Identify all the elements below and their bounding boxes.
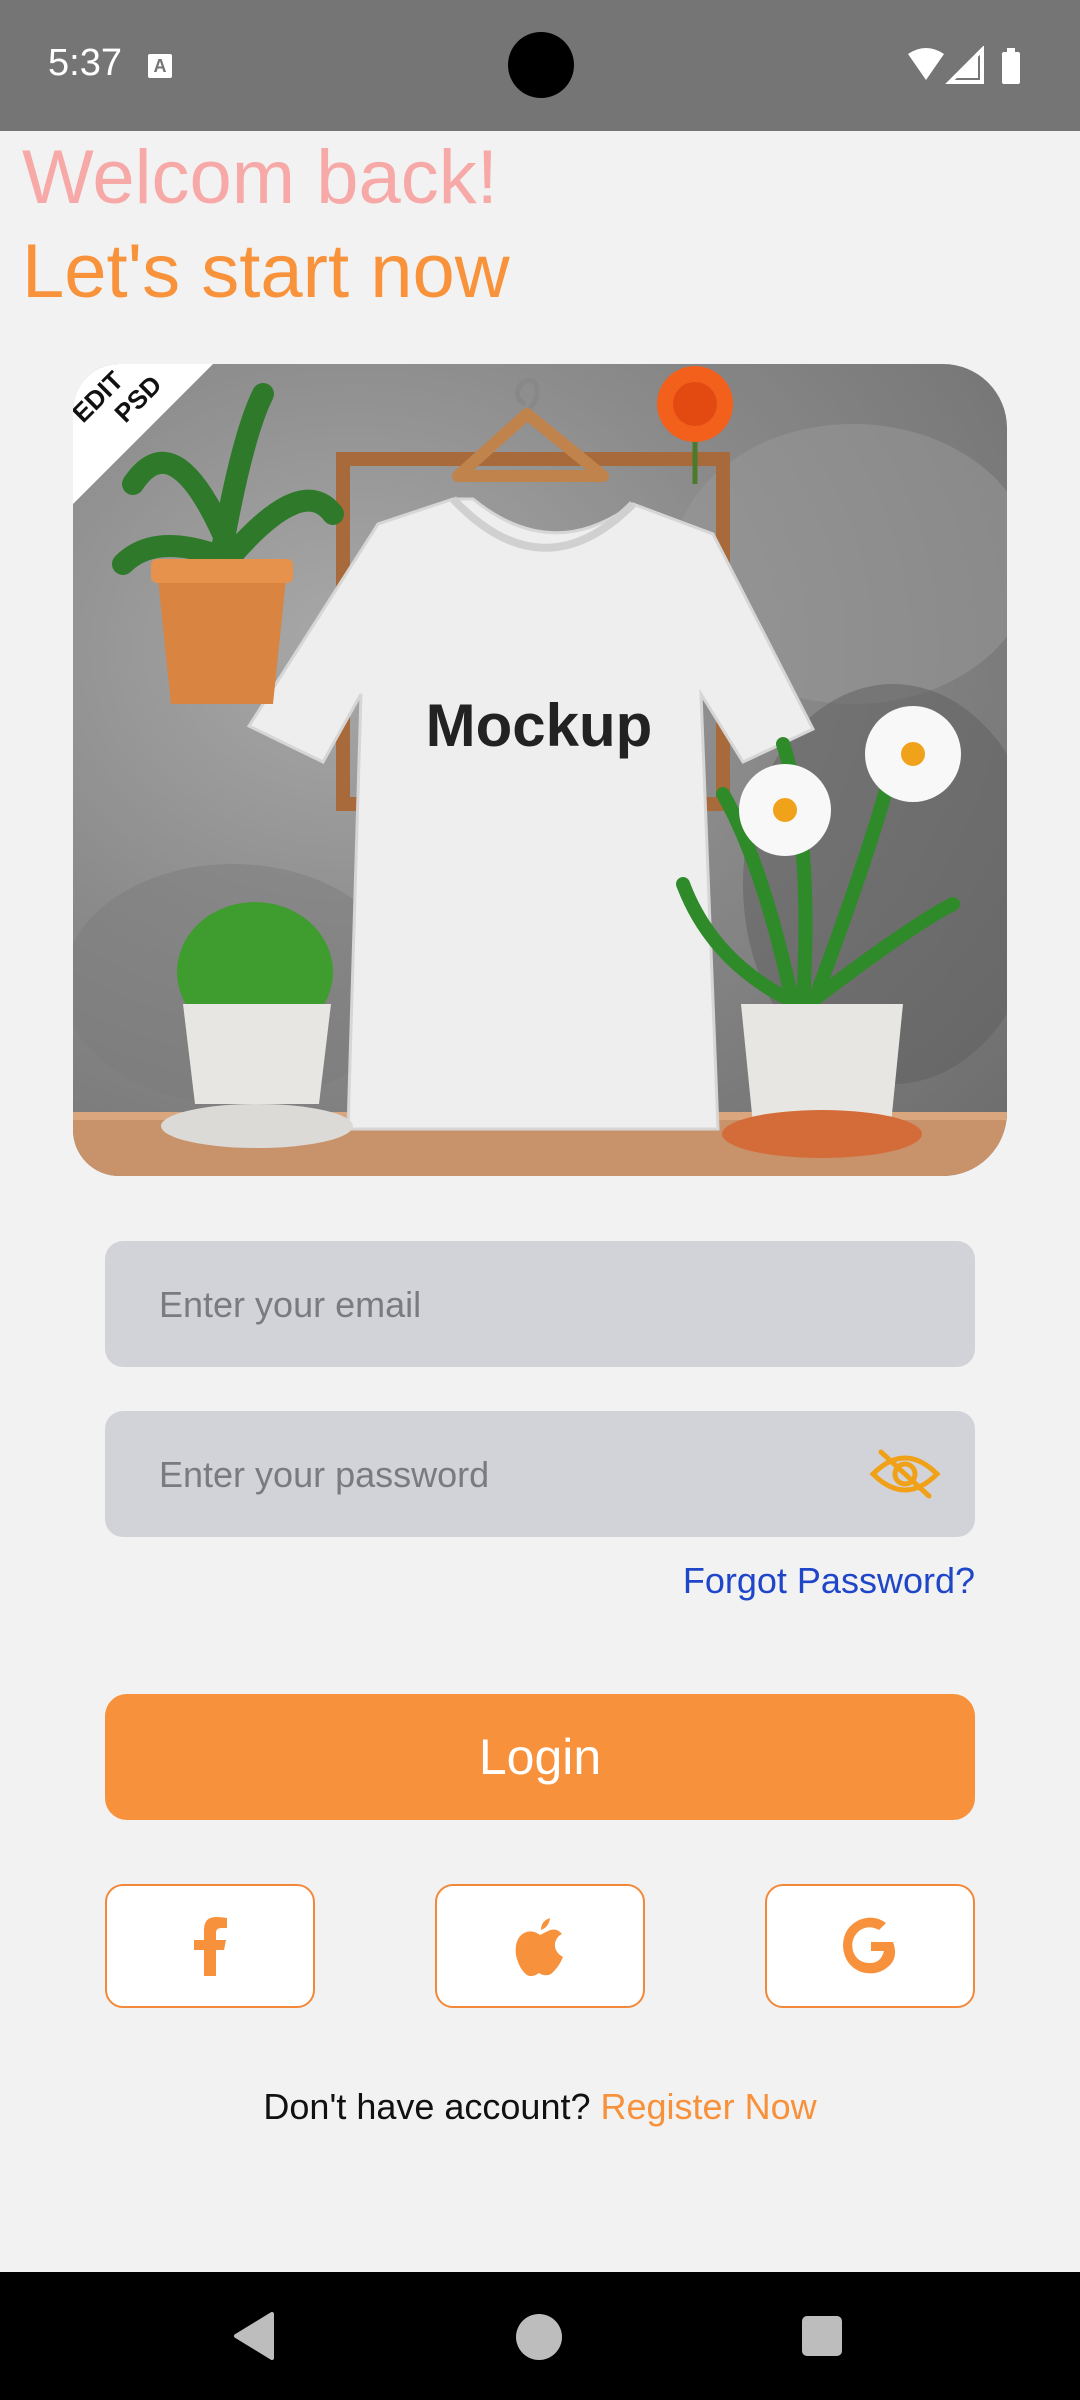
home-icon[interactable]: [516, 2314, 562, 2360]
google-button[interactable]: [765, 1884, 975, 2008]
hero-image: EDIT PSD Mockup: [73, 364, 1007, 1176]
battery-icon: [1002, 52, 1020, 84]
eye-off-icon[interactable]: [869, 1448, 941, 1500]
register-prompt-text: Don't have account?: [263, 2086, 591, 2127]
status-icons: [908, 46, 1020, 84]
navigation-bar: [0, 2272, 1080, 2400]
daisy-2: [865, 706, 961, 802]
forgot-password-link[interactable]: Forgot Password?: [683, 1560, 975, 1602]
email-input[interactable]: [157, 1241, 861, 1369]
status-bar: 5:37 A: [0, 0, 1080, 131]
register-now-link[interactable]: Register Now: [601, 2086, 817, 2127]
password-field[interactable]: [105, 1411, 975, 1539]
recents-icon[interactable]: [802, 2316, 842, 2356]
shirt-text: Mockup: [426, 692, 653, 759]
wifi-icon: [908, 48, 944, 80]
daisy-1: [739, 764, 831, 856]
welcome-heading: Welcom back!: [22, 135, 498, 220]
facebook-button[interactable]: [105, 1884, 315, 2008]
camera-cutout: [508, 32, 574, 98]
apple-icon: [515, 1918, 563, 1977]
email-field[interactable]: [105, 1241, 975, 1369]
facebook-icon: [194, 1917, 227, 1976]
login-button[interactable]: Login: [105, 1694, 975, 1820]
notification-icon: A: [148, 54, 172, 78]
password-input[interactable]: [157, 1411, 861, 1539]
back-icon[interactable]: [232, 2312, 276, 2360]
status-time: 5:37: [48, 42, 122, 84]
apple-button[interactable]: [435, 1884, 645, 2008]
subtitle-heading: Let's start now: [22, 229, 510, 314]
google-icon: [843, 1917, 896, 1974]
register-prompt: Don't have account? Register Now: [0, 2086, 1080, 2128]
